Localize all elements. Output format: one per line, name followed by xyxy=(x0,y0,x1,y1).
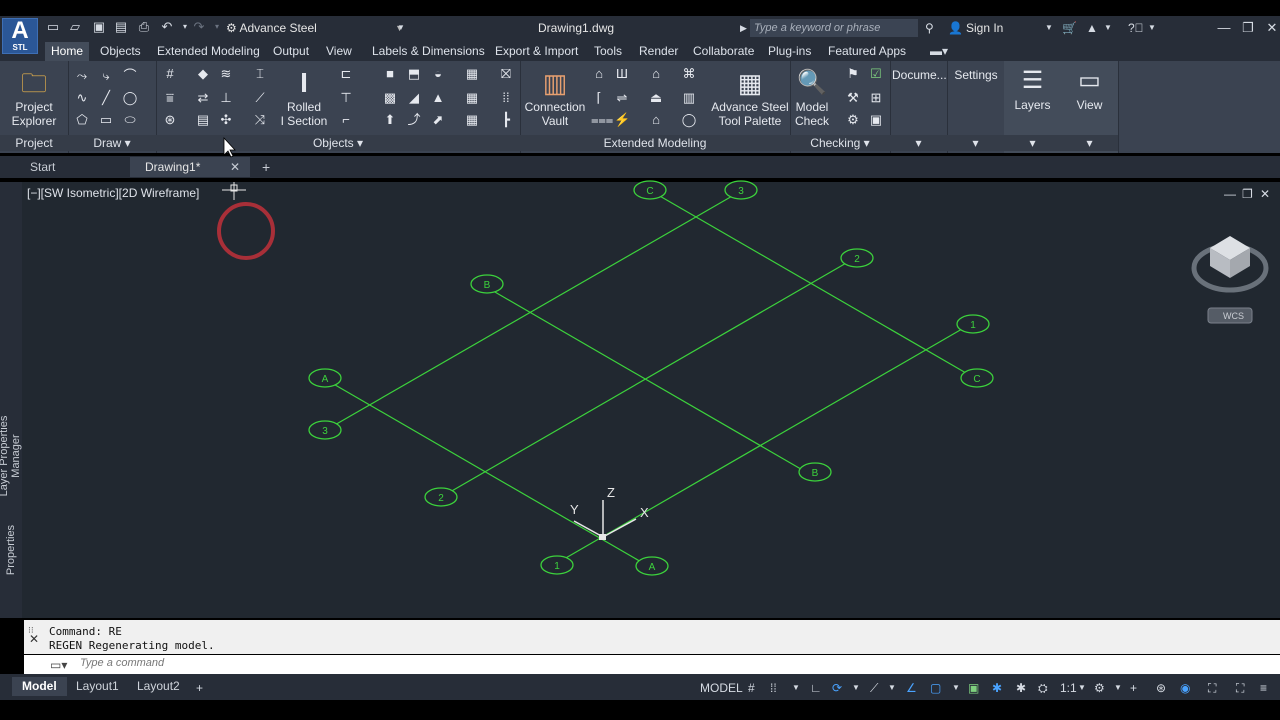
add-layout-plus-icon[interactable]: + xyxy=(196,680,203,696)
grid-bubble-label: A xyxy=(322,374,329,385)
crosshair-cursor xyxy=(222,182,246,200)
auto-scale-icon[interactable]: ✱ xyxy=(1016,680,1026,696)
grid-line-1 xyxy=(563,328,963,560)
command-placeholder: Type a command xyxy=(80,657,165,669)
grid-bubble[interactable]: 3 xyxy=(308,420,342,440)
grid-line-b xyxy=(487,287,807,473)
ucs-z-label: Z xyxy=(607,485,615,500)
grid-line-c xyxy=(657,194,967,374)
command-history-line: Command: RE xyxy=(49,625,122,638)
polar-tracking-icon[interactable]: ⟳ xyxy=(832,680,842,696)
grid-bubble-label: C xyxy=(646,186,653,197)
isolate-objects-icon[interactable]: ◉ xyxy=(1180,680,1190,696)
wcs-label: WCS xyxy=(1223,311,1244,321)
ortho-icon[interactable]: ∟ xyxy=(810,680,822,696)
grid-bubble-label: B xyxy=(812,468,819,479)
layout-tab-layout1[interactable]: Layout1 xyxy=(66,677,129,696)
plus-icon[interactable]: + xyxy=(1130,680,1137,696)
grid-bubble[interactable]: 1 xyxy=(956,314,990,334)
grid-bubble[interactable]: C xyxy=(633,180,667,200)
osnap-dropdown-icon[interactable]: ▼ xyxy=(952,680,960,696)
command-history-line: REGEN Regenerating model. xyxy=(49,639,215,652)
grid-bubble-label: 1 xyxy=(554,561,560,572)
grid-bubble-label: 1 xyxy=(970,320,976,331)
application-menu-button[interactable]: A STL xyxy=(2,18,38,54)
hardware-acceleration-icon[interactable]: ⛶ xyxy=(1208,680,1216,696)
annotation-scale-value[interactable]: 1:1 xyxy=(1060,680,1077,696)
command-close-icon[interactable]: ✕ xyxy=(29,630,39,648)
customization-menu-icon[interactable]: ≡ xyxy=(1260,680,1267,696)
workspace-dropdown-icon[interactable]: ▼ xyxy=(1114,680,1122,696)
isodraft-icon[interactable]: ⟋ xyxy=(870,680,878,696)
grid-bubble[interactable]: 2 xyxy=(840,248,874,268)
grid-bubble-label: C xyxy=(973,374,980,385)
command-prompt-icon[interactable]: ▭▾ xyxy=(50,656,67,674)
gear-icon[interactable]: ⚙ xyxy=(1094,680,1105,696)
scale-dropdown-icon[interactable]: ▼ xyxy=(1078,680,1086,696)
layout-tab-layout2[interactable]: Layout2 xyxy=(127,677,190,696)
grid-bubble[interactable]: C xyxy=(960,368,994,388)
grid-bubble-label: A xyxy=(649,562,656,573)
app-logo-letter: A xyxy=(11,17,29,44)
grid-bubble-label: 3 xyxy=(322,426,328,437)
grid-line-2 xyxy=(449,261,849,493)
grid-bubble[interactable]: A xyxy=(635,556,669,576)
ucs-y-label: Y xyxy=(570,502,579,517)
grid-bubble[interactable]: A xyxy=(308,368,342,388)
annotation-scale-icon[interactable]: ⛭ xyxy=(1038,680,1048,696)
clean-screen-icon[interactable]: ⛶ xyxy=(1236,680,1244,696)
layout-tab-model[interactable]: Model xyxy=(12,677,67,696)
app-logo-sub: STL xyxy=(12,43,28,52)
snap-dropdown-icon[interactable]: ▼ xyxy=(792,680,800,696)
isodraft-dropdown-icon[interactable]: ▼ xyxy=(888,680,896,696)
model-space-button[interactable]: MODEL xyxy=(700,680,743,696)
grid-drawing: C 3 2 1 C B A 3 2 B 1 A Z X Y WCS xyxy=(217,136,1269,576)
status-bar xyxy=(0,674,1280,700)
grid-bubble-label: B xyxy=(484,280,491,291)
grid-line-a xyxy=(329,381,644,564)
grid-bubble[interactable]: 3 xyxy=(724,180,758,200)
annotation-visibility-icon[interactable]: ✱ xyxy=(992,680,1002,696)
command-input[interactable] xyxy=(24,655,1280,674)
lock-ui-icon[interactable]: ⊛ xyxy=(1156,680,1166,696)
click-highlight-ring xyxy=(217,202,275,260)
polar-dropdown-icon[interactable]: ▼ xyxy=(852,680,860,696)
object-snap-icon[interactable]: ▢ xyxy=(930,680,941,696)
viewcube-icon[interactable] xyxy=(1191,236,1269,293)
ucs-icon xyxy=(573,500,637,540)
grid-bubble[interactable]: B xyxy=(798,462,832,482)
snap-icon[interactable]: ⁞⁞ xyxy=(770,680,777,696)
grid-bubble[interactable]: 1 xyxy=(540,555,574,575)
object-snap-tracking-icon[interactable]: ∠ xyxy=(906,680,917,696)
grid-bubble[interactable]: 2 xyxy=(424,487,458,507)
selection-cycling-icon[interactable]: ▣ xyxy=(968,680,979,696)
ucs-x-label: X xyxy=(640,505,649,520)
grid-bubble[interactable]: B xyxy=(470,274,504,294)
grid-bubble-label: 3 xyxy=(738,186,744,197)
mouse-pointer xyxy=(223,136,236,158)
grid-bubble-label: 2 xyxy=(854,254,860,265)
grid-display-icon[interactable]: # xyxy=(748,680,755,696)
grid-line-3 xyxy=(332,194,735,427)
grid-bubble-label: 2 xyxy=(438,493,444,504)
